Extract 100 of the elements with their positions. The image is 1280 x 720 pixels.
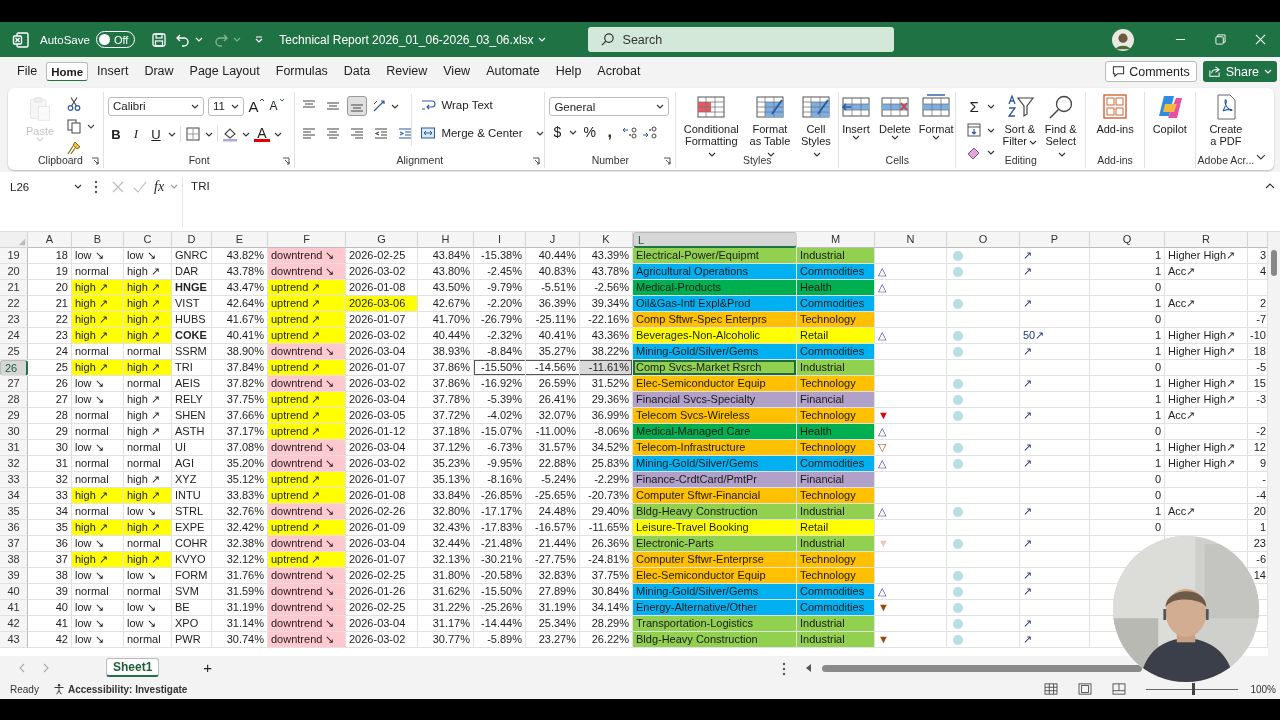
- row-header[interactable]: 22: [0, 296, 28, 312]
- accessibility-button[interactable]: Accessibility: Investigate: [52, 683, 188, 695]
- caret-icon[interactable]: [987, 103, 996, 109]
- row-header[interactable]: 24: [0, 328, 28, 344]
- add-sheet-button[interactable]: +: [203, 659, 213, 676]
- page-break-view-icon[interactable]: [1112, 683, 1127, 695]
- column-header[interactable]: O: [947, 232, 1020, 248]
- grow-font-button[interactable]: A: [247, 96, 264, 116]
- table-cell[interactable]: Computer Sftwr-Financial: [633, 488, 797, 504]
- column-header[interactable]: F: [268, 232, 346, 248]
- dialog-launcher-icon[interactable]: [663, 157, 672, 165]
- menu-tab[interactable]: Acrobat: [590, 59, 648, 84]
- insert-function-button[interactable]: fx: [154, 178, 165, 195]
- normal-view-icon[interactable]: [1044, 683, 1059, 695]
- column-header[interactable]: N: [875, 232, 947, 248]
- column-header[interactable]: P: [1020, 232, 1090, 248]
- create-pdf-button[interactable]: Create a PDF: [1202, 94, 1249, 147]
- row-header[interactable]: 23: [0, 312, 28, 328]
- chevron-down-icon[interactable]: [1256, 154, 1266, 160]
- table-cell[interactable]: Mining-Gold/Silver/Gems: [633, 344, 797, 360]
- menu-tab[interactable]: Review: [379, 59, 435, 84]
- ribbon-button[interactable]: Conditional Formatting: [680, 94, 743, 159]
- table-cell[interactable]: Mining-Gold/Silver/Gems: [633, 456, 797, 472]
- column-header[interactable]: Q: [1090, 232, 1165, 248]
- column-header[interactable]: J: [526, 232, 580, 248]
- merge-center-button[interactable]: Merge & Center: [420, 122, 544, 144]
- scissors-icon[interactable]: [66, 96, 82, 112]
- caret-icon[interactable]: [87, 123, 95, 129]
- dialog-launcher-icon[interactable]: [532, 157, 541, 165]
- share-button[interactable]: Share: [1202, 61, 1277, 82]
- menu-tab[interactable]: Formulas: [268, 59, 335, 84]
- number-format-dropdown[interactable]: General: [549, 97, 670, 116]
- table-cell[interactable]: Agricultural Operations: [633, 264, 797, 280]
- close-icon[interactable]: [1255, 34, 1266, 45]
- row-header[interactable]: 29: [0, 408, 28, 424]
- dialog-launcher-icon[interactable]: [282, 157, 291, 165]
- row-header[interactable]: 25: [0, 344, 28, 360]
- row-header[interactable]: 43: [0, 632, 28, 648]
- vertical-scrollbar[interactable]: [1268, 232, 1280, 656]
- column-header[interactable]: R: [1165, 232, 1248, 248]
- align-left-icon[interactable]: [301, 126, 318, 142]
- caret-icon[interactable]: [241, 131, 250, 137]
- row-header[interactable]: 33: [0, 472, 28, 488]
- row-header[interactable]: 19: [0, 248, 28, 264]
- comma-style-button[interactable]: ,: [601, 122, 618, 142]
- ribbon-button[interactable]: Find & Select: [1040, 94, 1082, 159]
- menu-tab[interactable]: Page Layout: [182, 59, 267, 84]
- table-cell[interactable]: Finance-CrdtCard/PmtPr: [633, 472, 797, 488]
- column-header[interactable]: H: [418, 232, 474, 248]
- copy-icon[interactable]: [66, 118, 82, 134]
- row-header[interactable]: 32: [0, 456, 28, 472]
- caret-icon[interactable]: [569, 129, 578, 135]
- caret-icon[interactable]: [987, 127, 996, 133]
- table-cell[interactable]: Telecom-Infrastructure: [633, 440, 797, 456]
- fill-down-icon[interactable]: [966, 122, 983, 138]
- row-header[interactable]: 20: [0, 264, 28, 280]
- increase-decimal-icon[interactable]: [621, 124, 638, 140]
- column-header[interactable]: M: [797, 232, 875, 248]
- column-header[interactable]: A: [28, 232, 72, 248]
- ribbon-button[interactable]: Sort & Filter: [999, 94, 1041, 147]
- excel-logo-icon[interactable]: [12, 30, 30, 49]
- table-cell[interactable]: Electrical-Power/Equipmt: [633, 248, 797, 264]
- row-header[interactable]: 26: [0, 360, 28, 376]
- font-family-dropdown[interactable]: Calibri: [107, 96, 204, 116]
- menu-tab[interactable]: Automate: [479, 59, 547, 84]
- dialog-launcher-icon[interactable]: [90, 157, 99, 165]
- column-header[interactable]: B: [72, 232, 124, 248]
- scroll-left-icon[interactable]: [806, 663, 812, 672]
- increase-indent-icon[interactable]: [397, 126, 414, 142]
- row-header[interactable]: 34: [0, 488, 28, 504]
- row-header[interactable]: 40: [0, 584, 28, 600]
- fill-color-icon[interactable]: [221, 126, 238, 142]
- column-header[interactable]: D: [172, 232, 212, 248]
- format-painter-icon[interactable]: [66, 140, 82, 156]
- table-cell[interactable]: Financial Svcs-Specialty: [633, 392, 797, 408]
- bold-button[interactable]: B: [107, 124, 124, 144]
- formula-input[interactable]: TRI: [182, 177, 1260, 227]
- row-header[interactable]: 28: [0, 392, 28, 408]
- menu-tab[interactable]: File: [10, 59, 45, 84]
- more-options-icon[interactable]: [782, 662, 786, 676]
- autosum-button[interactable]: Σ: [966, 96, 983, 116]
- page-layout-view-icon[interactable]: [1078, 683, 1093, 695]
- row-header[interactable]: 42: [0, 616, 28, 632]
- row-header[interactable]: 37: [0, 536, 28, 552]
- currency-button[interactable]: $: [549, 122, 566, 142]
- table-cell[interactable]: Energy-Alternative/Other: [633, 600, 797, 616]
- font-size-dropdown[interactable]: 11: [207, 96, 244, 116]
- menu-tab[interactable]: Data: [336, 59, 378, 84]
- vertical-align-button[interactable]: [347, 96, 368, 116]
- avatar-icon[interactable]: [1112, 28, 1134, 51]
- caret-icon[interactable]: [167, 131, 176, 137]
- customize-icon[interactable]: [255, 36, 264, 43]
- zoom-level[interactable]: 100%: [1250, 683, 1276, 695]
- menu-tab[interactable]: Help: [548, 59, 589, 84]
- column-header[interactable]: K: [580, 232, 633, 248]
- search-field[interactable]: Search: [587, 27, 894, 52]
- table-cell[interactable]: Transportation-Logistics: [633, 616, 797, 632]
- caret-icon[interactable]: [987, 149, 996, 155]
- orientation-icon[interactable]: [371, 98, 388, 114]
- table-cell[interactable]: Bldg-Heavy Construction: [633, 632, 797, 648]
